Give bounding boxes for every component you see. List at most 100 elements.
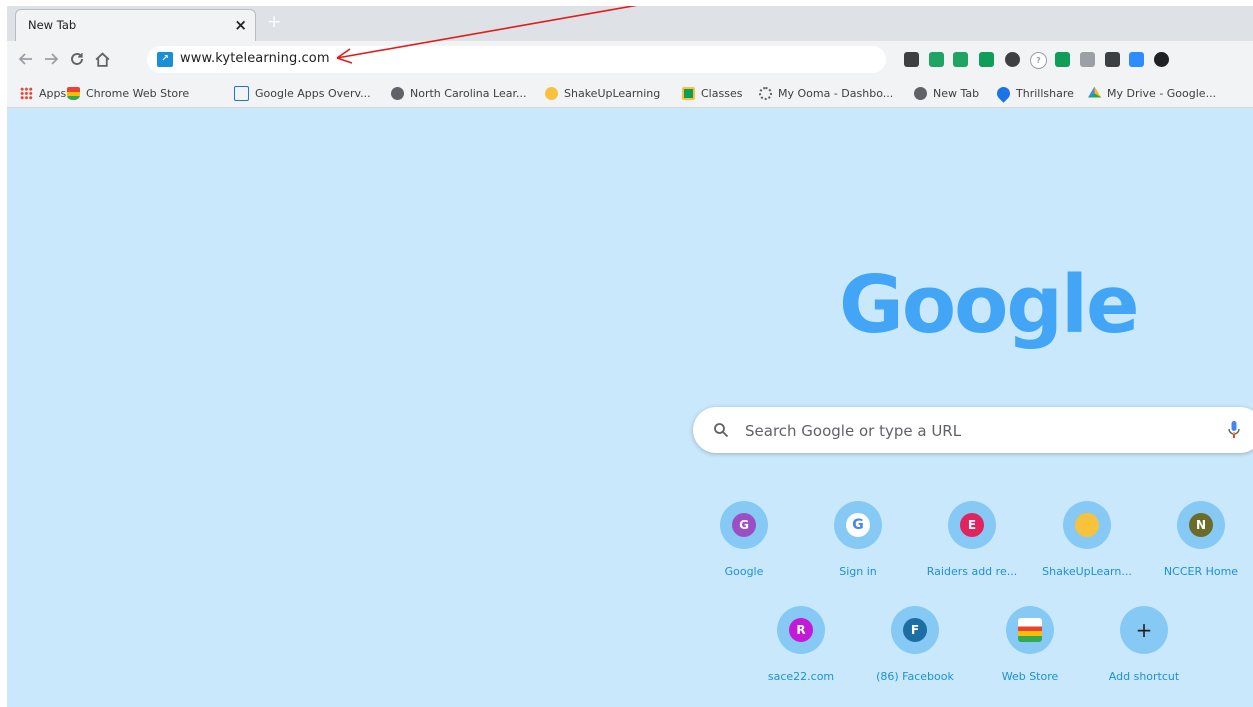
home-button[interactable] [91, 48, 113, 70]
site-letter-icon: N [1189, 513, 1213, 537]
reload-icon [71, 53, 83, 65]
thrillshare-icon [994, 83, 1013, 103]
image-extension-icon[interactable] [1080, 52, 1095, 67]
reload-button[interactable] [66, 48, 88, 70]
site-letter-icon: F [903, 618, 927, 642]
shortcut-label: Sign in [839, 565, 877, 578]
bookmark-label: Chrome Web Store [86, 86, 190, 100]
shortcut-icon-circle: N [1177, 501, 1225, 549]
bookmark-label: Classes [701, 86, 743, 100]
bookmark-google-apps-overview[interactable]: Google Apps Overv... [234, 85, 371, 101]
search-icon [714, 423, 729, 438]
bookmark-thrillshare[interactable]: Thrillshare [994, 83, 1074, 103]
globe-icon [914, 86, 927, 100]
bookmark-label: Thrillshare [1016, 86, 1074, 100]
bookmark-north-carolina[interactable]: North Carolina Lear... [391, 85, 526, 101]
close-tab-icon[interactable]: × [234, 15, 247, 35]
globe-icon [391, 86, 404, 100]
bookmark-label: Apps [39, 86, 67, 100]
shortcut-label: Raiders add re... [926, 565, 1018, 578]
forward-button[interactable] [40, 48, 62, 70]
browser-window: New Tab × + ↗ www.kytelearning.com ? App… [7, 6, 1253, 707]
forward-arrow-icon [45, 53, 59, 65]
shortcut-tile[interactable]: ShakeUpLearn... [1039, 501, 1135, 597]
annotation-arrow [336, 6, 638, 64]
shortcut-label: ShakeUpLearn... [1042, 565, 1132, 578]
shortcut-icon-circle: + [1120, 606, 1168, 654]
apps-grid-icon [20, 86, 33, 100]
home-icon [95, 51, 109, 67]
search-box[interactable] [693, 407, 1253, 453]
classroom-icon[interactable] [1055, 52, 1070, 67]
shortcut-icon-circle: E [948, 501, 996, 549]
bookmark-label: New Tab [933, 86, 980, 100]
bookmark-shakeuplearning[interactable]: ShakeUpLearning [545, 85, 660, 101]
shortcut-tile[interactable]: E Raiders add re... [924, 501, 1020, 597]
toolbar: ↗ www.kytelearning.com ? [7, 41, 1253, 79]
google-g-icon: G [846, 513, 870, 537]
puzzle-extension-icon[interactable] [979, 52, 994, 67]
web-store-icon [67, 86, 80, 100]
shortcut-label: Google [724, 565, 764, 578]
bookmark-label: Google Apps Overv... [255, 86, 371, 100]
google-drive-icon[interactable] [929, 52, 944, 67]
search-input[interactable] [743, 417, 1207, 445]
classroom-icon [682, 86, 695, 100]
shortcut-tile[interactable]: G Google [696, 501, 792, 597]
zoom-icon[interactable] [1129, 52, 1144, 67]
shortcut-icon-circle: G [834, 501, 882, 549]
shakeup-icon [1075, 513, 1099, 537]
google-logo: Google [839, 259, 1140, 351]
shortcut-label: Add shortcut [1108, 670, 1180, 683]
shortcut-label: Web Store [1001, 670, 1059, 683]
shortcut-tile[interactable]: G Sign in [810, 501, 906, 597]
plus-icon: + [1132, 618, 1156, 642]
bookmark-label: ShakeUpLearning [564, 86, 661, 100]
screencast-icon[interactable] [1105, 52, 1120, 67]
microphone-icon[interactable] [1227, 420, 1241, 440]
address-bar[interactable]: ↗ www.kytelearning.com [147, 46, 886, 73]
shortcut-tile[interactable]: F (86) Facebook [867, 606, 963, 702]
site-letter-icon: E [960, 513, 984, 537]
shortcut-tile[interactable]: Rsace22.com [753, 606, 849, 702]
shortcut-label: (86) Facebook [876, 670, 954, 683]
compass-icon[interactable] [1005, 52, 1020, 67]
back-arrow-icon [18, 53, 32, 65]
new-tab-button[interactable]: + [267, 12, 281, 32]
bookmark-label: My Ooma - Dashbo... [778, 86, 894, 100]
help-icon[interactable]: ? [1030, 52, 1047, 69]
ooma-icon [759, 86, 772, 100]
bookmark-my-drive[interactable]: My Drive - Google... [1088, 85, 1216, 101]
bookmarks-bar: Apps Chrome Web Store Google Apps Overv.… [7, 79, 1253, 108]
shortcut-tile[interactable]: Web Store [982, 606, 1078, 702]
tab-title: New Tab [28, 18, 77, 32]
site-letter-icon: R [789, 618, 813, 642]
bookmark-apps[interactable]: Apps [20, 85, 66, 101]
tab-new-tab[interactable]: New Tab × [15, 9, 256, 41]
web-store-icon [1018, 618, 1042, 642]
shortcut-tile[interactable]: + Add shortcut [1096, 606, 1192, 702]
shortcut-icon-circle: F [891, 606, 939, 654]
location-icon[interactable] [953, 52, 968, 67]
shakeup-icon [545, 86, 558, 100]
shortcut-icon-circle: R [777, 606, 825, 654]
bookmark-my-ooma[interactable]: My Ooma - Dashbo... [759, 85, 893, 101]
shortcut-icon-circle: G [720, 501, 768, 549]
tab-strip: New Tab × + [7, 6, 1253, 41]
shortcut-icon-circle [1063, 501, 1111, 549]
bookmark-chrome-web-store[interactable]: Chrome Web Store [67, 85, 189, 101]
bookmark-label: North Carolina Lear... [410, 86, 527, 100]
bookmark-new-tab[interactable]: New Tab [914, 85, 979, 101]
bookmark-label: My Drive - Google... [1107, 86, 1217, 100]
shortcut-tile[interactable]: N NCCER Home [1153, 501, 1249, 597]
back-button[interactable] [15, 48, 37, 70]
shortcut-icon-circle [1006, 606, 1054, 654]
eyedropper-icon[interactable] [904, 52, 919, 67]
google-sites-icon [234, 85, 249, 101]
bookmark-classes[interactable]: Classes [682, 85, 742, 101]
site-letter-icon: G [732, 513, 756, 537]
dark-circle-icon[interactable] [1154, 52, 1169, 67]
shortcut-label: sace22.com [767, 670, 835, 683]
url-text[interactable]: www.kytelearning.com [180, 51, 330, 66]
shortcut-label: NCCER Home [1163, 565, 1239, 578]
